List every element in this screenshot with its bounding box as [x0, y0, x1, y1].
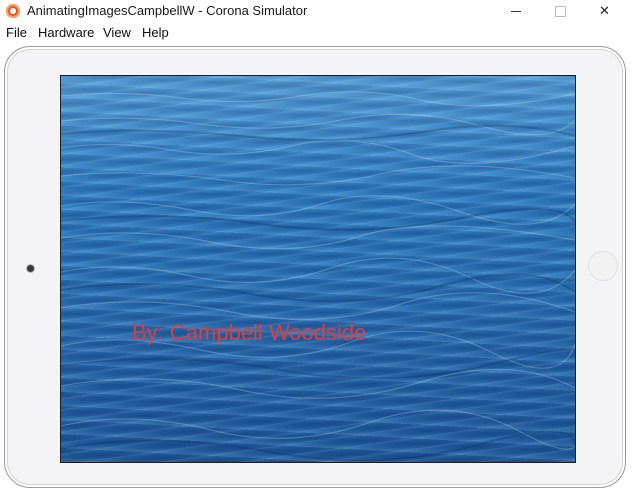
menu-help[interactable]: Help [142, 25, 169, 40]
window-title: AnimatingImagesCampbellW - Corona Simula… [27, 3, 308, 18]
menu-hardware[interactable]: Hardware [38, 25, 94, 40]
camera-icon [27, 265, 34, 272]
maximize-button[interactable] [538, 0, 583, 22]
corona-app-icon [6, 4, 20, 18]
menu-bar: File Hardware View Help [0, 23, 632, 43]
home-button[interactable] [588, 251, 618, 281]
menu-view[interactable]: View [103, 25, 131, 40]
minimize-button[interactable] [494, 0, 539, 22]
title-bar: AnimatingImagesCampbellW - Corona Simula… [0, 0, 632, 22]
close-button[interactable]: ✕ [582, 0, 627, 22]
simulator-area: By: Campbell Woodside [0, 43, 632, 488]
ipad-device-frame: By: Campbell Woodside [4, 46, 626, 488]
author-credit-text: By: Campbell Woodside [132, 320, 367, 345]
ocean-water-image [61, 76, 575, 462]
menu-file[interactable]: File [6, 25, 27, 40]
app-screen[interactable]: By: Campbell Woodside [60, 75, 576, 463]
